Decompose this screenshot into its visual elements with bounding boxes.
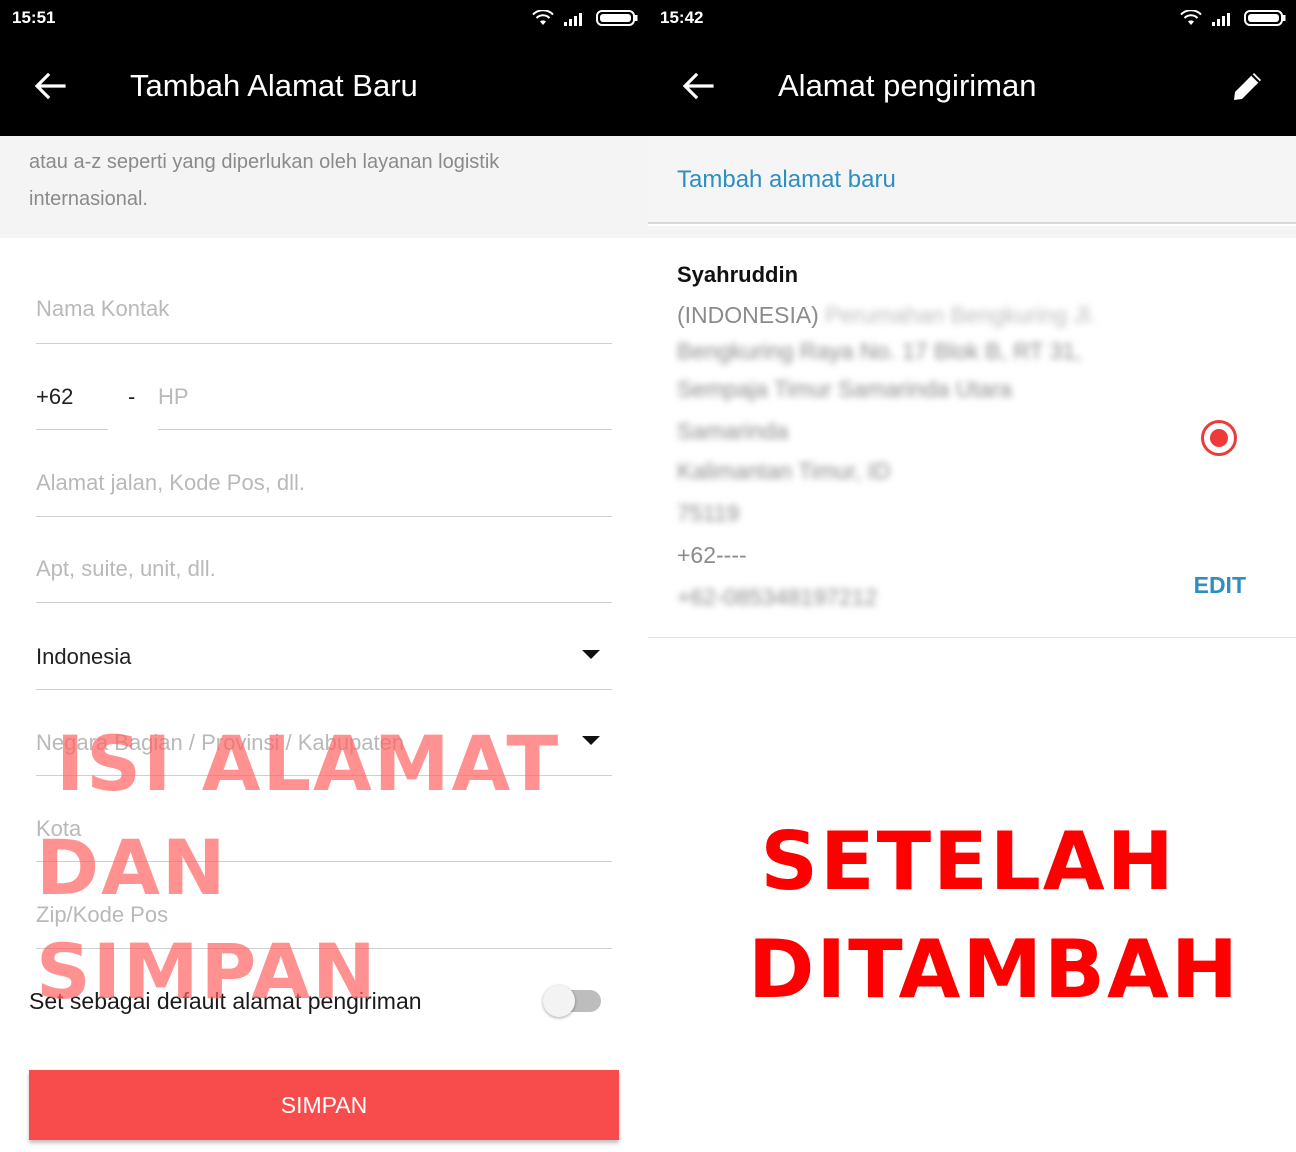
info-note-line: internasional.	[29, 188, 148, 210]
address-country: (INDONESIA)	[677, 302, 819, 328]
overlay-line: DITAMBAH	[748, 923, 1240, 1016]
wifi-icon	[1180, 10, 1202, 25]
app-bar: Tambah Alamat Baru	[0, 36, 648, 136]
contact-name-placeholder: Nama Kontak	[36, 296, 170, 321]
phone-placeholder: HP	[158, 384, 189, 409]
address-line-blurred: Sempaja Timur Samarinda Utara	[677, 376, 1012, 402]
city-placeholder: Kota	[36, 816, 82, 841]
edit-address-link[interactable]: EDIT	[1194, 572, 1246, 599]
add-new-address-row[interactable]: Tambah alamat baru	[648, 136, 1296, 224]
battery-icon	[596, 10, 638, 26]
app-bar: Alamat pengiriman	[648, 36, 1296, 136]
page-title: Tambah Alamat Baru	[130, 68, 418, 103]
street-address-placeholder: Alamat jalan, Kode Pos, dll.	[36, 470, 306, 495]
radio-dot	[1210, 429, 1228, 447]
address-phone-blurred: +62-085348197212	[677, 584, 878, 610]
phone-separator: -	[128, 384, 136, 409]
recipient-name: Syahruddin	[677, 262, 799, 287]
default-address-toggle[interactable]	[543, 985, 601, 1017]
status-time: 15:42	[660, 8, 704, 27]
back-button[interactable]	[678, 66, 718, 106]
default-address-label: Set sebagai default alamat pengiriman	[29, 988, 422, 1014]
back-button[interactable]	[30, 66, 70, 106]
country-value: Indonesia	[36, 644, 132, 669]
address-line-blurred: Perumahan Bengkuring Jl.	[825, 302, 1097, 328]
status-icons	[532, 8, 638, 28]
default-address-row: Set sebagai default alamat pengiriman	[29, 980, 601, 1024]
address-line: (INDONESIA) Perumahan Bengkuring Jl.	[677, 302, 1096, 329]
divider	[648, 226, 1296, 238]
status-time: 15:51	[12, 8, 56, 27]
zip-field[interactable]: Zip/Kode Pos	[36, 896, 612, 949]
shipping-address-screen: 15:42 Alamat pengiriman Tambah alamat ba…	[648, 0, 1296, 1152]
toggle-knob	[543, 985, 575, 1017]
battery-icon	[1244, 10, 1286, 26]
save-button[interactable]: SIMPAN	[29, 1070, 619, 1140]
status-icons	[1180, 8, 1286, 28]
selected-radio[interactable]	[1201, 420, 1237, 456]
signal-icon	[564, 13, 582, 26]
edit-button[interactable]	[1228, 66, 1268, 106]
overlay-line: SETELAH	[760, 815, 1176, 908]
wifi-icon	[532, 10, 554, 25]
arrow-left-icon	[682, 72, 714, 100]
add-address-screen: 15:51 Tambah Alamat Baru atau a-z sepert…	[0, 0, 648, 1152]
street-address-field[interactable]: Alamat jalan, Kode Pos, dll.	[36, 466, 612, 517]
apt-placeholder: Apt, suite, unit, dll.	[36, 556, 216, 581]
phone-field[interactable]: HP	[158, 378, 612, 430]
pencil-icon	[1234, 73, 1261, 100]
instruction-overlay: SETELAH DITAMBAH	[748, 808, 1240, 1024]
status-bar: 15:51	[0, 0, 648, 36]
zip-placeholder: Zip/Kode Pos	[36, 902, 169, 927]
address-zip-blurred: 75119	[677, 500, 740, 526]
address-card[interactable]: Syahruddin (INDONESIA) Perumahan Bengkur…	[648, 238, 1296, 638]
info-note-line: atau a-z seperti yang diperlukan oleh la…	[29, 151, 500, 173]
page-title: Alamat pengiriman	[778, 68, 1037, 103]
signal-icon	[1212, 13, 1230, 26]
country-code-value: +62	[36, 384, 74, 409]
country-code-field[interactable]: +62	[36, 378, 108, 430]
apt-field[interactable]: Apt, suite, unit, dll.	[36, 552, 612, 603]
address-line-blurred: Bengkuring Raya No. 17 Blok B, RT 31,	[677, 338, 1082, 364]
address-phone: +62----	[677, 542, 747, 568]
contact-name-field[interactable]: Nama Kontak	[36, 292, 612, 344]
add-new-address-link[interactable]: Tambah alamat baru	[677, 166, 896, 194]
state-select[interactable]: Negara Bagian / Provinsi / Kabupaten	[36, 724, 612, 776]
info-note: atau a-z seperti yang diperlukan oleh la…	[0, 136, 648, 238]
address-province-blurred: Kalimantan Timur, ID	[677, 458, 891, 484]
chevron-down-icon	[582, 736, 600, 745]
chevron-down-icon	[582, 650, 600, 659]
status-bar: 15:42	[648, 0, 1296, 36]
address-city-blurred: Samarinda	[677, 418, 789, 444]
arrow-left-icon	[34, 72, 66, 100]
state-placeholder: Negara Bagian / Provinsi / Kabupaten	[36, 730, 405, 755]
city-field[interactable]: Kota	[36, 810, 612, 862]
country-select[interactable]: Indonesia	[36, 638, 612, 690]
